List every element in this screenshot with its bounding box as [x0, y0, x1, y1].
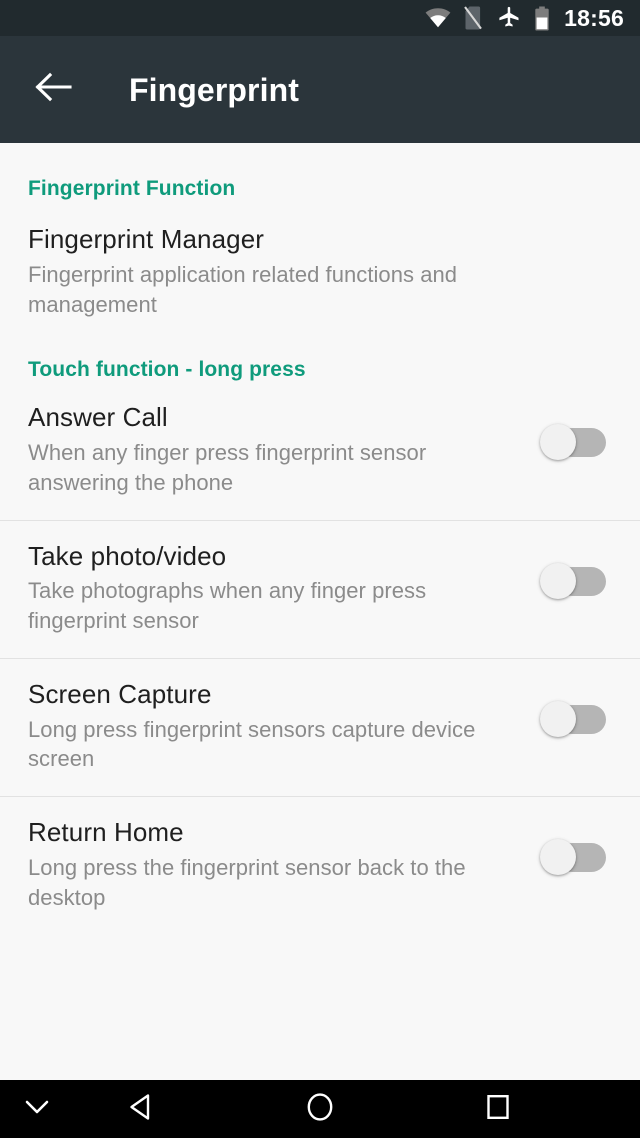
home-button[interactable] — [278, 1080, 362, 1138]
ime-hide-button[interactable] — [0, 1080, 74, 1138]
navigation-bar — [0, 1080, 640, 1138]
pref-take-photo-video[interactable]: Take photo/video Take photographs when a… — [0, 521, 640, 658]
wifi-icon — [425, 8, 451, 28]
pref-fingerprint-manager[interactable]: Fingerprint Manager Fingerprint applicat… — [0, 201, 640, 319]
pref-title: Take photo/video — [28, 540, 227, 571]
pref-summary: Fingerprint application related function… — [28, 261, 458, 317]
recents-button[interactable] — [456, 1080, 540, 1138]
toggle-thumb — [540, 424, 576, 461]
back-icon — [127, 1092, 157, 1127]
toggle-answer-call[interactable] — [540, 424, 606, 461]
back-button-nav[interactable] — [100, 1080, 184, 1138]
pref-answer-call[interactable]: Answer Call When any finger press finger… — [0, 382, 640, 519]
pref-title: Return Home — [28, 817, 184, 848]
ime-hide-icon — [23, 1098, 51, 1121]
arrow-left-icon — [34, 72, 72, 107]
pref-summary: When any finger press fingerprint sensor… — [28, 440, 427, 495]
toggle-take-photo-video[interactable] — [540, 562, 606, 599]
pref-title: Answer Call — [28, 402, 168, 433]
back-button[interactable] — [22, 59, 84, 121]
battery-icon — [534, 6, 550, 31]
settings-list: Fingerprint Function Fingerprint Manager… — [0, 143, 640, 1080]
pref-return-home[interactable]: Return Home Long press the fingerprint s… — [0, 797, 640, 934]
recents-icon — [484, 1093, 512, 1126]
pref-summary: Long press the fingerprint sensor back t… — [28, 854, 466, 910]
status-bar-icons — [425, 6, 550, 31]
section-header-touch-function: Touch function - long press — [28, 358, 306, 382]
app-bar: Fingerprint — [0, 36, 640, 143]
page-title: Fingerprint — [129, 71, 299, 108]
pref-summary: Take photographs when any finger press f… — [28, 578, 427, 634]
status-bar-clock: 18:56 — [564, 4, 624, 31]
section-header-fingerprint-function: Fingerprint Function — [28, 177, 236, 200]
toggle-screen-capture[interactable] — [540, 700, 606, 737]
toggle-thumb — [540, 839, 576, 876]
pref-summary: Long press fingerprint sensors capture d… — [28, 716, 476, 772]
pref-title: Screen Capture — [28, 678, 212, 709]
pref-title: Fingerprint Manager — [28, 224, 265, 254]
pref-screen-capture[interactable]: Screen Capture Long press fingerprint se… — [0, 659, 640, 796]
toggle-return-home[interactable] — [540, 839, 606, 876]
toggle-thumb — [540, 700, 576, 737]
toggle-thumb — [540, 562, 576, 599]
home-icon — [305, 1091, 335, 1128]
status-bar: 18:56 — [0, 0, 640, 36]
airplane-mode-icon — [497, 6, 521, 30]
no-sim-icon — [464, 6, 484, 30]
